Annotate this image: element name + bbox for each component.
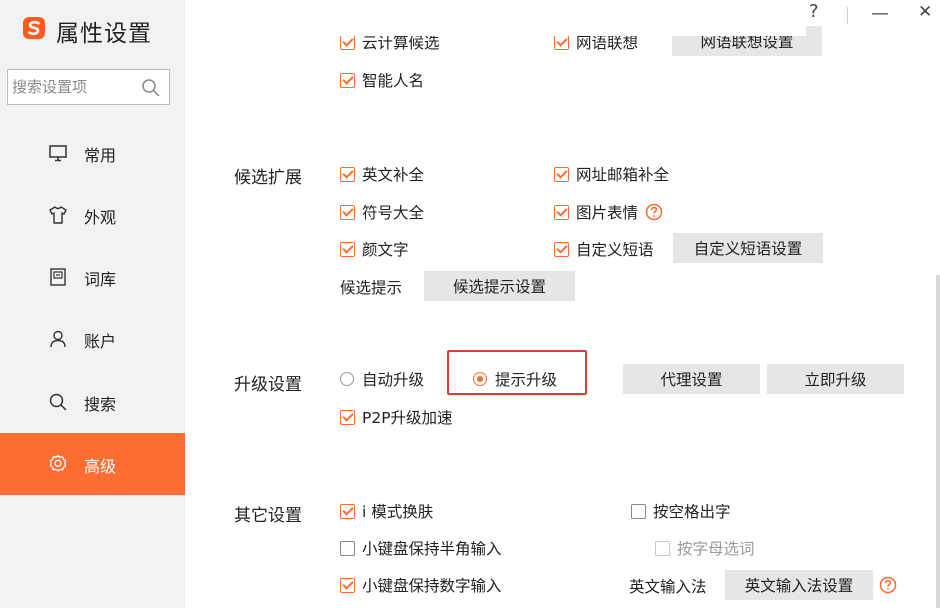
sidebar-item-dictionary[interactable]: 词库 [0,246,185,308]
checkbox-label: 自定义短语 [576,241,654,259]
scroll-clip [186,0,806,36]
auto-upgrade-radio[interactable]: 自动升级 [340,367,424,391]
candidate-ext-label: 候选扩展 [234,168,302,188]
title-separator [847,7,848,24]
dictionary-icon [50,268,66,286]
help-circle-icon[interactable] [879,576,897,594]
letter-select-checkbox: 按字母选词 [655,536,755,560]
help-button[interactable]: ? [809,1,819,22]
close-button[interactable]: ✕ [918,2,932,22]
checkbox-label: 小键盘保持数字输入 [362,577,502,595]
search-box[interactable] [7,69,170,105]
url-email-checkbox[interactable]: 网址邮箱补全 [554,162,669,186]
sidebar-item-label: 词库 [84,270,117,289]
help-circle-icon[interactable] [645,203,663,221]
sidebar-item-label: 常用 [84,146,117,165]
checkbox-box [340,409,355,425]
candidate-hint-label: 候选提示 [340,279,403,297]
checkbox-box [340,577,355,593]
p2p-upgrade-checkbox[interactable]: P2P升级加速 [340,405,453,429]
english-ime-settings-button[interactable]: 英文输入法设置 [725,570,873,600]
sidebar-item-account[interactable]: 账户 [0,308,185,370]
space-output-checkbox[interactable]: 按空格出字 [631,499,731,523]
candidate-hint-settings-button[interactable]: 候选提示设置 [424,271,575,301]
checkbox-box [340,34,355,50]
checkbox-box [554,166,569,182]
sidebar-item-search[interactable]: 搜索 [0,371,185,433]
upgrade-now-button[interactable]: 立即升级 [767,364,904,394]
search-icon [49,393,67,411]
other-settings-label: 其它设置 [234,506,302,526]
sidebar-item-common[interactable]: 常用 [0,122,185,184]
checkbox-label: 小键盘保持半角输入 [362,540,502,558]
checkbox-label: 图片表情 [576,204,639,222]
sidebar-item-appearance[interactable]: 外观 [0,184,185,246]
picture-emoji-checkbox[interactable]: 图片表情 [554,200,663,224]
checkbox-box [340,503,355,519]
upgrade-label: 升级设置 [234,375,302,395]
english-complete-checkbox[interactable]: 英文补全 [340,162,424,186]
sidebar-item-label: 高级 [84,457,117,476]
checkbox-label: 智能人名 [362,72,425,90]
checkbox-box [340,241,355,257]
gear-icon [49,455,67,472]
keypad-halfwidth-checkbox[interactable]: 小键盘保持半角输入 [340,536,502,560]
sidebar-item-label: 外观 [84,208,117,227]
checkbox-label: 英文补全 [362,166,425,184]
checkbox-box [554,34,569,50]
radio-label: 自动升级 [362,371,425,389]
scrollbar[interactable] [936,275,940,608]
highlight-box [447,350,587,395]
proxy-settings-button[interactable]: 代理设置 [623,364,760,394]
sidebar-item-advanced[interactable]: 高级 [0,433,185,495]
checkbox-label: 符号大全 [362,204,425,222]
checkbox-box [631,503,646,519]
search-icon[interactable] [141,78,161,98]
radio-circle [340,372,354,386]
custom-phrase-settings-button[interactable]: 自定义短语设置 [673,233,823,263]
checkbox-box [554,241,569,257]
checkbox-box [340,204,355,220]
symbols-checkbox[interactable]: 符号大全 [340,200,424,224]
user-icon [50,330,66,348]
sidebar-item-label: 账户 [84,332,117,351]
monitor-icon [49,145,67,162]
checkbox-box [340,166,355,182]
checkbox-box [554,204,569,220]
kaomoji-checkbox[interactable]: 颜文字 [340,237,409,261]
smart-name-checkbox[interactable]: 智能人名 [340,68,424,92]
app-title: 属性设置 [56,21,152,47]
checkbox-label: 按字母选词 [677,540,755,558]
sogou-logo-icon [23,17,45,39]
checkbox-label: P2P升级加速 [362,409,453,427]
checkbox-box [655,540,670,556]
keypad-digits-checkbox[interactable]: 小键盘保持数字输入 [340,573,502,597]
checkbox-box [340,540,355,556]
checkbox-label: 按空格出字 [653,503,731,521]
minimize-button[interactable]: — [871,3,889,24]
checkbox-label: i 模式换肤 [362,503,434,521]
sidebar-item-label: 搜索 [84,395,117,414]
english-ime-label: 英文输入法 [629,578,707,596]
checkbox-label: 颜文字 [362,241,409,259]
search-input[interactable] [12,76,132,98]
shirt-icon [49,206,67,224]
checkbox-box [340,72,355,88]
i-mode-skin-checkbox[interactable]: i 模式换肤 [340,499,433,523]
checkbox-label: 网址邮箱补全 [576,166,670,184]
sidebar: 属性设置 常用 外观 词库 账户 [0,0,185,608]
custom-phrase-checkbox[interactable]: 自定义短语 [554,237,654,261]
